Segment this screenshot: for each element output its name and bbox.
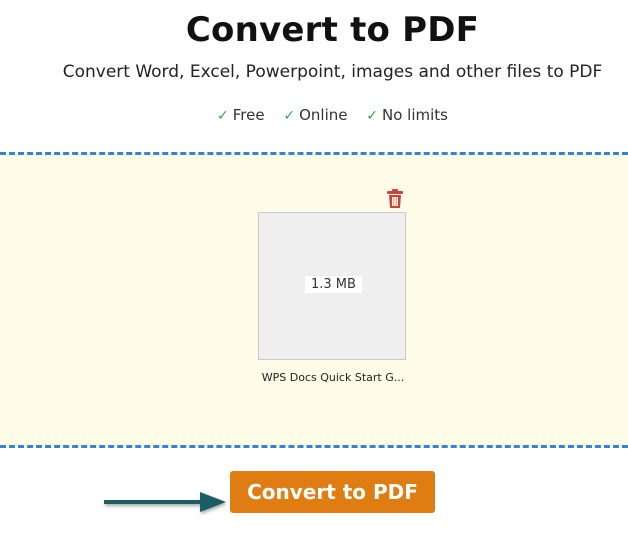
page: Convert to PDF Convert Word, Excel, Powe… <box>0 0 628 538</box>
page-subtitle: Convert Word, Excel, Powerpoint, images … <box>62 62 603 82</box>
feature-free: ✓ Free <box>217 106 265 124</box>
arrow-right-icon <box>100 486 230 520</box>
file-dropzone[interactable]: 1.3 MB WPS Docs Quick Start G... <box>0 152 628 448</box>
check-icon: ✓ <box>283 108 296 124</box>
feature-label: Free <box>232 106 265 124</box>
convert-to-pdf-button[interactable]: Convert to PDF <box>230 471 435 513</box>
file-thumbnail[interactable]: 1.3 MB <box>258 212 406 360</box>
file-name: WPS Docs Quick Start G... <box>261 371 405 384</box>
feature-label: No limits <box>382 106 448 124</box>
feature-list: ✓ Free ✓ Online ✓ No limits <box>0 106 628 124</box>
feature-online: ✓ Online <box>283 106 347 124</box>
page-title: Convert to PDF <box>185 10 480 50</box>
check-icon: ✓ <box>217 108 229 124</box>
feature-no-limits: ✓ No limits <box>366 106 448 124</box>
file-size-badge: 1.3 MB <box>305 276 362 293</box>
feature-label: Online <box>299 106 348 124</box>
trash-icon[interactable] <box>386 189 404 209</box>
check-icon: ✓ <box>366 108 378 124</box>
